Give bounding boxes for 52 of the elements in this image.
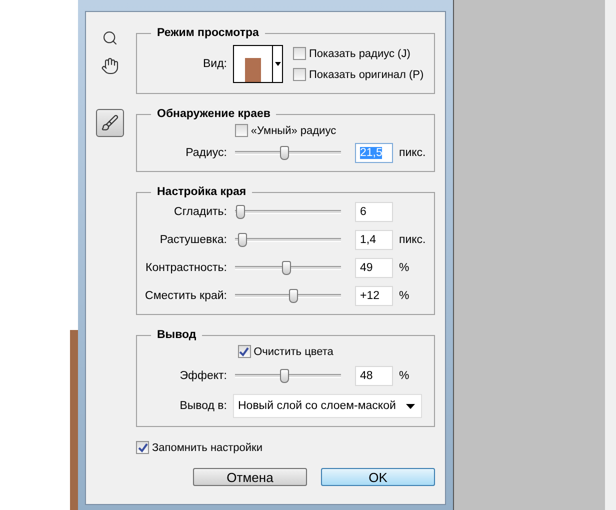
checkbox[interactable] [293, 47, 306, 60]
checkbox[interactable] [136, 441, 149, 454]
checkmark-icon [239, 346, 250, 356]
group-title: Режим просмотра [156, 27, 260, 39]
slider-thumb[interactable] [289, 289, 298, 303]
value-field[interactable]: 48 [355, 366, 393, 386]
view-dropdown[interactable] [233, 45, 283, 83]
value-field[interactable]: 6 [355, 202, 393, 222]
checkbox[interactable] [234, 124, 248, 137]
slider-thumb[interactable] [280, 146, 289, 160]
slider-thumb[interactable] [236, 205, 246, 219]
dialog-button[interactable]: OK [321, 468, 435, 486]
slider-thumb[interactable] [238, 233, 248, 247]
checkbox[interactable] [293, 68, 306, 81]
brush-icon [101, 114, 119, 132]
caret-icon [274, 62, 280, 66]
slider-label: Сгладить: [173, 206, 227, 218]
slider-label: Радиус: [184, 147, 227, 159]
caret-icon [406, 404, 415, 408]
checkbox[interactable] [238, 345, 251, 358]
slider-label: Эффект: [178, 370, 227, 382]
value-field[interactable]: +12 [355, 286, 393, 306]
checkbox-label: Показать оригинал (P) [309, 68, 424, 80]
tool-button[interactable] [99, 55, 121, 77]
checkbox-label: Запомнить настройки [152, 442, 263, 454]
view-label: Вид: [202, 58, 227, 70]
value-field[interactable]: 49 [355, 258, 393, 278]
slider-thumb[interactable] [282, 261, 291, 275]
dialog-button[interactable]: Отмена [193, 468, 307, 486]
checkbox-label: Очистить цвета [254, 346, 334, 358]
unit-label: % [399, 262, 410, 274]
slider-thumb[interactable] [280, 369, 289, 383]
checkmark-icon [138, 442, 148, 452]
slider-label: Сместить край: [145, 290, 227, 302]
group-title: Обнаружение краев [156, 108, 272, 120]
checkbox-label: «Умный» радиус [250, 124, 336, 136]
value-field[interactable]: 1,4 [355, 230, 393, 250]
hand-icon [101, 57, 119, 75]
group-title: Настройка края [156, 186, 248, 198]
unit-label: % [399, 290, 410, 302]
photo-placeholder [245, 58, 261, 82]
output-dropdown[interactable]: Новый слой со слоем-маской [233, 394, 422, 418]
unit-label: пикс. [399, 147, 426, 159]
group-title: Вывод [156, 329, 198, 341]
unit-label: % [399, 370, 410, 382]
slider-label: Растушевка: [158, 234, 227, 246]
zoom-icon [102, 30, 118, 46]
slider-label: Контрастность: [145, 262, 227, 274]
checkbox-label: Показать радиус (J) [309, 48, 410, 60]
unit-label: пикс. [399, 234, 426, 246]
output-label: Вывод в: [178, 400, 227, 412]
tool-button[interactable] [96, 109, 124, 137]
